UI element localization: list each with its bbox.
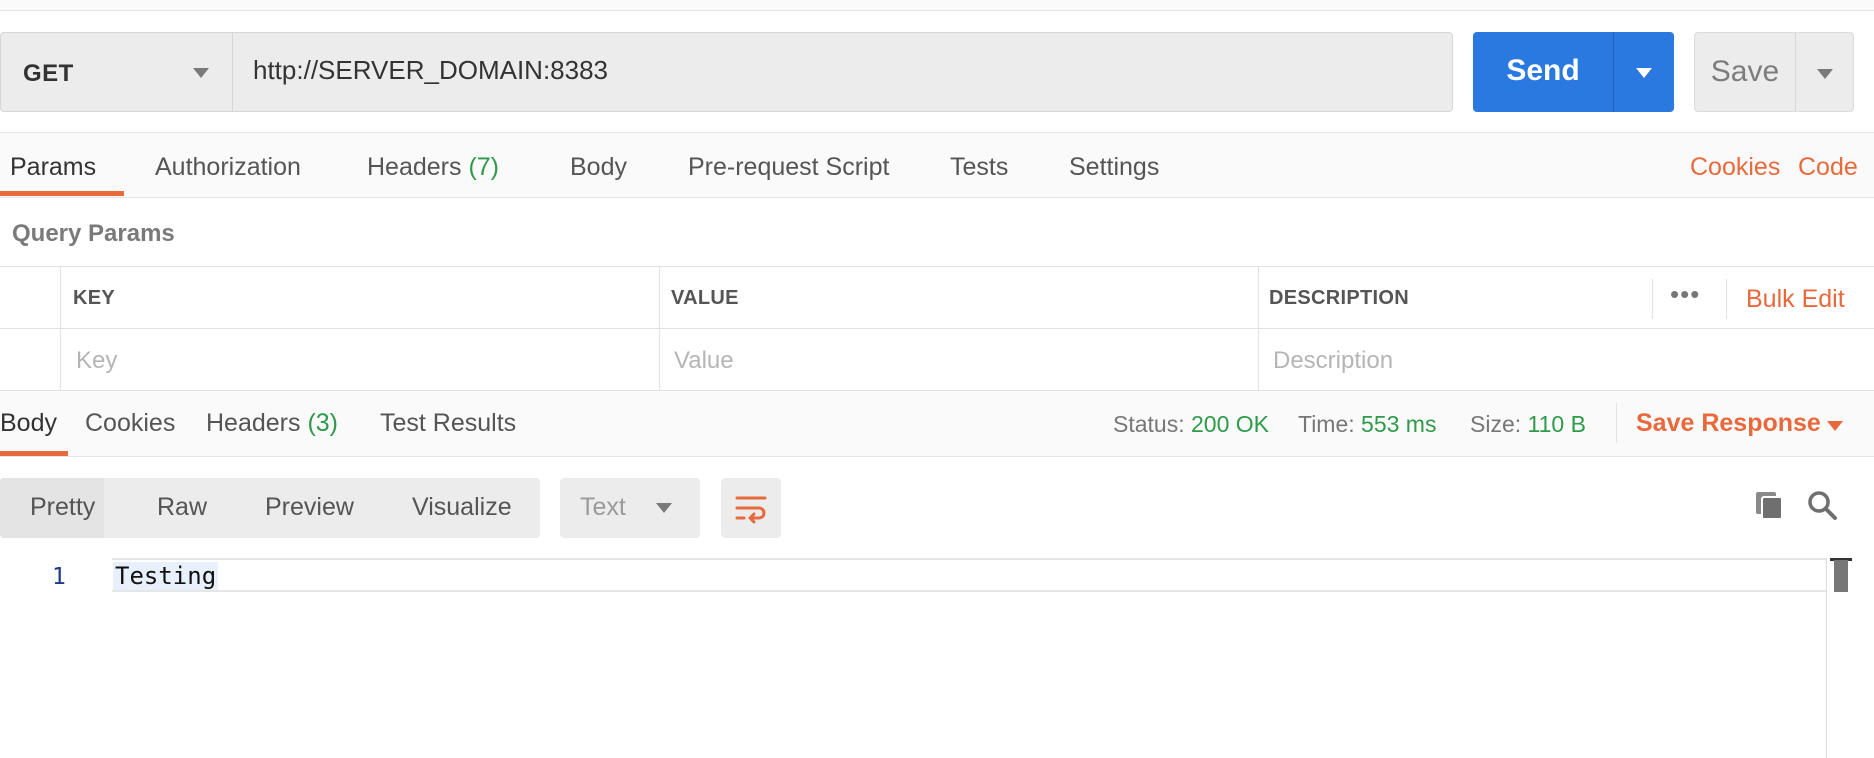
response-body-text: Testing xyxy=(113,562,219,590)
time-readout: Time: 553 ms xyxy=(1298,411,1436,438)
save-button[interactable]: Save xyxy=(1694,32,1854,112)
view-visualize-button[interactable]: Visualize xyxy=(412,493,512,522)
tab-settings[interactable]: Settings xyxy=(1069,153,1159,182)
tab-headers-label: Headers xyxy=(367,153,462,181)
value-input[interactable]: Value xyxy=(674,347,734,375)
send-options-chevron-icon[interactable] xyxy=(1636,68,1652,78)
column-header-value: VALUE xyxy=(671,287,739,309)
more-options-icon[interactable]: ••• xyxy=(1670,279,1700,310)
view-preview-button[interactable]: Preview xyxy=(265,493,354,522)
size-label: Size: xyxy=(1470,411,1522,437)
method-label: GET xyxy=(23,60,74,87)
request-tabs: Params Authorization Headers (7) Body Pr… xyxy=(0,132,1874,198)
tab-response-headers-label: Headers xyxy=(206,409,301,437)
copy-icon[interactable] xyxy=(1752,488,1786,522)
line-number: 1 xyxy=(52,564,66,590)
column-divider xyxy=(659,267,660,391)
method-select[interactable]: GET xyxy=(0,32,232,112)
column-divider xyxy=(60,267,61,391)
search-icon[interactable] xyxy=(1805,488,1839,522)
key-input[interactable]: Key xyxy=(76,347,117,375)
headers-count: (7) xyxy=(468,153,500,181)
time-label: Time: xyxy=(1298,411,1355,437)
url-value: http://SERVER_DOMAIN:8383 xyxy=(253,55,609,85)
column-header-description: DESCRIPTION xyxy=(1269,287,1409,309)
send-divider xyxy=(1613,32,1614,112)
chevron-down-icon xyxy=(193,68,209,78)
bulk-edit-link[interactable]: Bulk Edit xyxy=(1746,285,1845,314)
size-value: 110 B xyxy=(1527,411,1586,437)
tab-response-headers[interactable]: Headers (3) xyxy=(206,409,338,438)
chevron-down-icon xyxy=(656,503,672,513)
wrap-lines-icon xyxy=(735,496,767,524)
code-link[interactable]: Code xyxy=(1798,153,1858,182)
view-mode-segmented-control: Pretty Raw Preview Visualize xyxy=(0,478,540,538)
meta-divider xyxy=(1616,403,1617,443)
scrollbar-thumb[interactable] xyxy=(1834,560,1848,592)
view-raw-button[interactable]: Raw xyxy=(157,493,207,522)
response-headers-count: (3) xyxy=(307,409,339,437)
time-value: 553 ms xyxy=(1361,411,1437,437)
status-label: Status: xyxy=(1113,411,1185,437)
response-tabs: Body Cookies Headers (3) Test Results St… xyxy=(0,391,1874,457)
tab-authorization[interactable]: Authorization xyxy=(155,153,301,182)
query-params-title: Query Params xyxy=(12,220,175,247)
status-readout: Status: 200 OK xyxy=(1113,411,1269,438)
scrollbar-track xyxy=(1826,558,1827,758)
tab-pre-request-script[interactable]: Pre-request Script xyxy=(688,153,889,182)
cookies-link[interactable]: Cookies xyxy=(1690,153,1780,182)
view-pretty-button[interactable]: Pretty xyxy=(30,493,95,522)
size-readout: Size: 110 B xyxy=(1470,411,1586,438)
save-options-chevron-icon[interactable] xyxy=(1817,69,1833,79)
row-divider xyxy=(0,328,1874,329)
active-tab-underline xyxy=(0,191,124,196)
wrap-lines-button[interactable] xyxy=(721,478,781,538)
column-header-key: KEY xyxy=(73,287,116,309)
tab-headers[interactable]: Headers (7) xyxy=(367,153,499,182)
column-divider xyxy=(1726,279,1727,319)
send-label: Send xyxy=(1506,54,1580,87)
save-label: Save xyxy=(1710,55,1780,88)
active-tab-underline xyxy=(0,451,68,456)
top-divider xyxy=(0,0,1874,11)
send-button[interactable]: Send xyxy=(1473,32,1674,112)
active-line-highlight xyxy=(112,558,1826,592)
column-divider xyxy=(1258,267,1259,391)
save-response-chevron-icon[interactable] xyxy=(1827,421,1843,431)
url-input[interactable]: http://SERVER_DOMAIN:8383 xyxy=(232,32,1453,112)
save-divider xyxy=(1795,33,1796,111)
description-input[interactable]: Description xyxy=(1273,347,1393,375)
response-body-editor[interactable]: 1 Testing xyxy=(0,558,1874,758)
format-select[interactable]: Text xyxy=(560,478,700,538)
status-value: 200 OK xyxy=(1191,411,1269,437)
tab-test-results[interactable]: Test Results xyxy=(380,409,516,438)
tab-params[interactable]: Params xyxy=(10,153,96,182)
format-label: Text xyxy=(580,493,626,521)
query-params-table: KEY VALUE DESCRIPTION ••• Bulk Edit Key … xyxy=(0,266,1874,391)
tab-tests[interactable]: Tests xyxy=(950,153,1008,182)
tab-response-cookies[interactable]: Cookies xyxy=(85,409,175,438)
tab-body[interactable]: Body xyxy=(570,153,627,182)
save-response-button[interactable]: Save Response xyxy=(1636,409,1821,438)
tab-response-body[interactable]: Body xyxy=(0,409,57,438)
column-divider xyxy=(1652,279,1653,319)
